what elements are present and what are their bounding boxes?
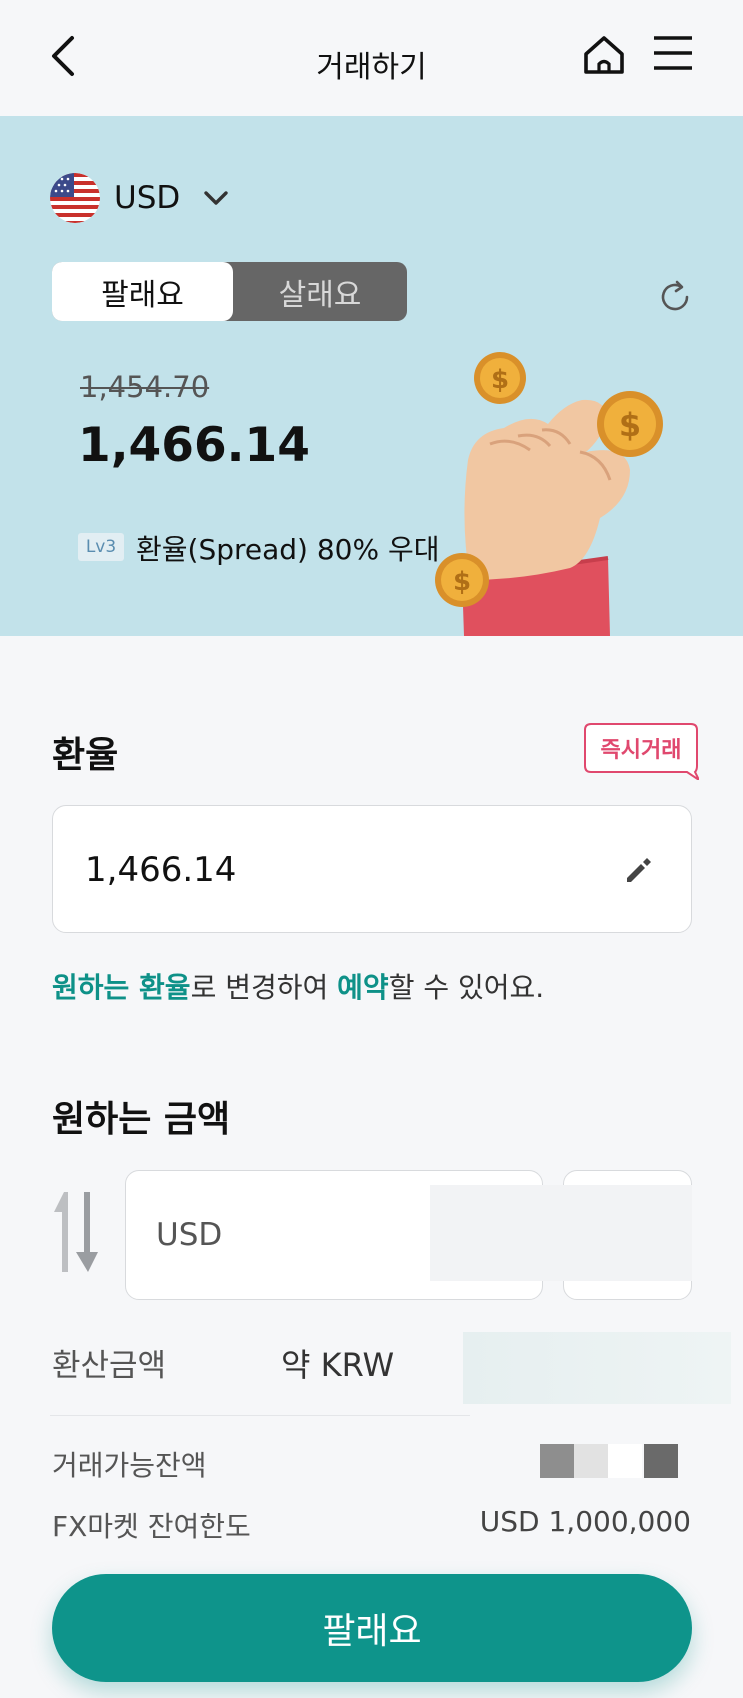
swap-arrows-icon[interactable]	[50, 1188, 102, 1276]
fx-market-limit-label: FX마켓 잔여한도	[52, 1510, 251, 1543]
hint-highlight-rate[interactable]: 원하는 환율	[52, 971, 191, 1004]
rate-section-heading: 환율	[52, 735, 119, 776]
rate-input-value: 1,466.14	[85, 850, 237, 890]
available-balance-label: 거래가능잔액	[52, 1449, 207, 1482]
svg-text:$: $	[453, 567, 471, 597]
hand-with-coins-illustration: $ $ $	[435, 352, 663, 636]
spread-discount-text: 환율(Spread) 80% 우대	[136, 533, 440, 566]
instant-trade-label: 즉시거래	[600, 738, 682, 763]
fx-market-limit-value: USD 1,000,000	[479, 1505, 691, 1538]
svg-text:$: $	[491, 365, 509, 395]
instant-trade-badge[interactable]: 즉시거래	[583, 722, 699, 780]
converted-amount-currency: 약 KRW	[281, 1346, 395, 1384]
previous-rate: 1,454.70	[80, 370, 210, 404]
hint-text: 로 변경하여	[190, 971, 338, 1004]
rate-input-field[interactable]: 1,466.14	[52, 805, 692, 933]
amount-section-heading: 원하는 금액	[52, 1099, 231, 1140]
tab-sell[interactable]: 팔래요	[52, 262, 233, 321]
redacted-amount-mask	[430, 1185, 692, 1281]
currency-selector[interactable]: USD	[50, 170, 230, 226]
divider	[50, 1415, 470, 1416]
redacted-balance-mask	[540, 1444, 680, 1478]
page-title: 거래하기	[316, 50, 427, 85]
hint-text-end: 할 수 있어요.	[388, 971, 545, 1004]
chevron-down-icon	[204, 191, 228, 205]
sell-buy-toggle: 팔래요 살래요	[52, 262, 407, 321]
current-rate: 1,466.14	[78, 418, 310, 473]
us-flag-icon	[50, 173, 100, 223]
rate-reservation-hint: 원하는 환율로 변경하여 예약할 수 있어요.	[52, 966, 544, 1006]
hint-highlight-reserve[interactable]: 예약	[337, 971, 389, 1004]
level-badge: Lv3	[78, 533, 124, 561]
currency-code: USD	[114, 180, 181, 216]
refresh-icon[interactable]	[655, 277, 695, 317]
svg-text:$: $	[619, 406, 641, 444]
amount-currency-label: USD	[156, 1217, 223, 1253]
sell-button[interactable]: 팔래요	[52, 1574, 692, 1682]
converted-amount-label: 환산금액	[52, 1348, 167, 1384]
tab-buy[interactable]: 살래요	[233, 262, 407, 321]
home-icon[interactable]	[582, 32, 626, 78]
redacted-converted-mask	[463, 1332, 731, 1404]
pencil-edit-icon[interactable]	[621, 854, 653, 886]
hamburger-menu-icon[interactable]	[652, 34, 694, 72]
